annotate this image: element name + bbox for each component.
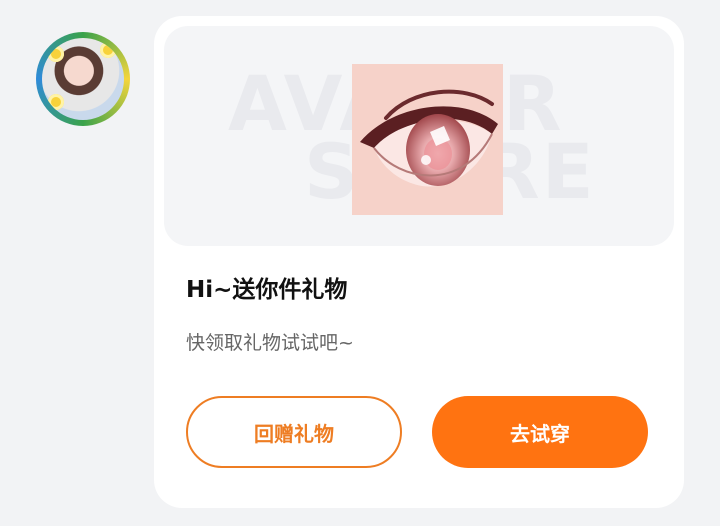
chat-page: AVATAR STORE <box>0 0 720 526</box>
return-gift-button[interactable]: 回赠礼物 <box>186 396 402 468</box>
sender-avatar[interactable] <box>36 32 130 126</box>
try-on-button[interactable]: 去试穿 <box>432 396 648 468</box>
flower-decoration-icon <box>48 94 64 110</box>
gift-banner: AVATAR STORE <box>164 26 674 246</box>
gift-subtitle: 快领取礼物试试吧~ <box>186 332 354 354</box>
gift-message-card: AVATAR STORE <box>154 16 684 508</box>
flower-decoration-icon <box>100 42 116 58</box>
flower-decoration-icon <box>48 46 64 62</box>
gift-title: Hi~送你件礼物 <box>186 277 348 303</box>
anime-eye-icon <box>360 89 498 187</box>
avatar-photo <box>42 38 124 120</box>
gift-item-thumbnail[interactable] <box>352 64 503 215</box>
